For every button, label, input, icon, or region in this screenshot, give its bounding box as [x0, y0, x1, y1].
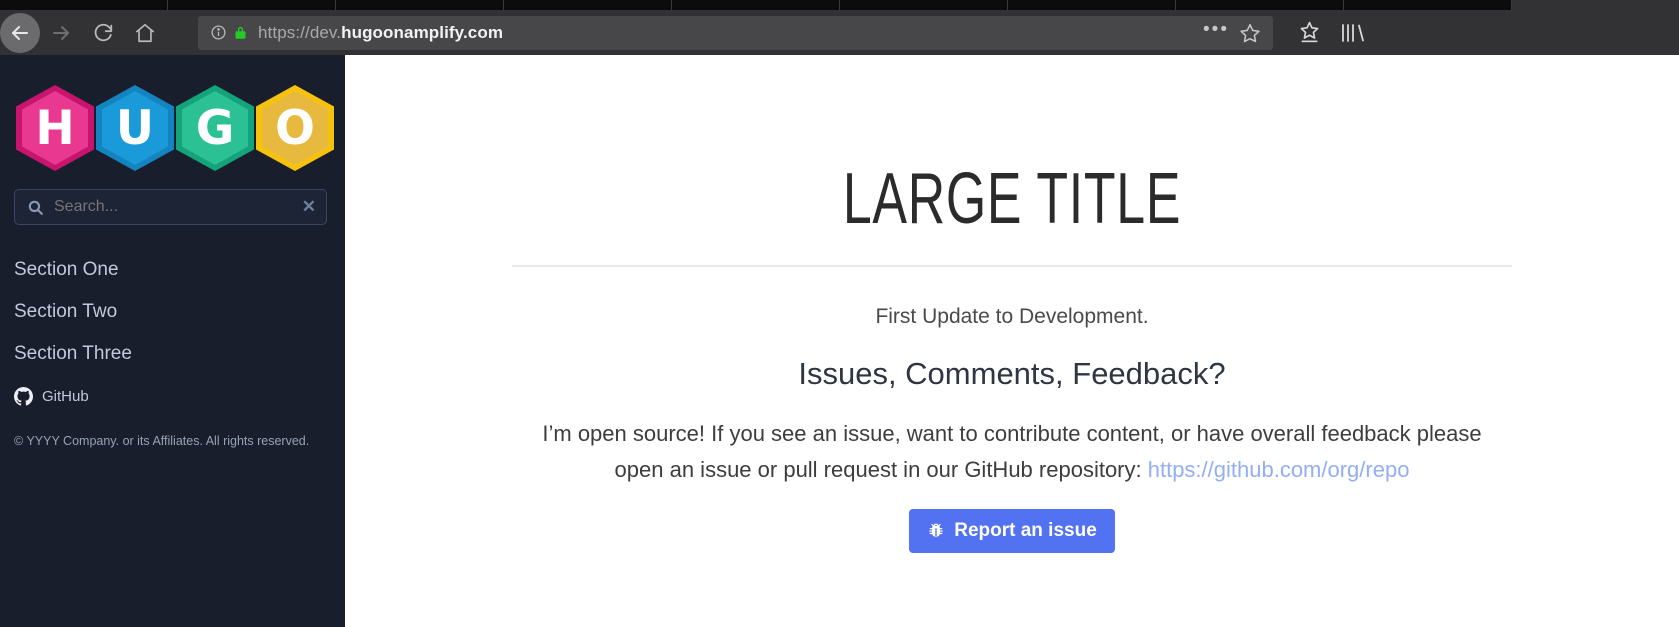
search-box[interactable]: ✕ [14, 189, 327, 225]
hugo-logo[interactable]: H U G O [0, 55, 345, 171]
browser-tab[interactable] [1176, 0, 1344, 10]
logo-letter: U [115, 100, 155, 156]
browser-tab[interactable] [0, 0, 168, 10]
logo-hex-g: G [176, 85, 254, 171]
library-icon[interactable] [1340, 20, 1366, 46]
logo-letter: G [195, 100, 235, 156]
bug-icon [927, 522, 945, 540]
toolbar-right-actions [1297, 20, 1366, 46]
browser-tab[interactable] [1512, 0, 1679, 10]
tab-strip[interactable] [0, 0, 1679, 10]
browser-toolbar: https://dev.hugoonamplify.com ••• [0, 10, 1679, 55]
github-label: GitHub [42, 388, 89, 405]
lock-icon [233, 24, 248, 41]
browser-tab[interactable] [672, 0, 840, 10]
reload-button-icon[interactable] [82, 12, 124, 54]
search-clear-icon[interactable]: ✕ [296, 197, 316, 217]
sidebar-item-section-one[interactable]: Section One [0, 249, 345, 291]
page-title: LARGE TITLE [842, 159, 1182, 239]
logo-hex-u: U [96, 85, 174, 171]
browser-tab[interactable] [1008, 0, 1176, 10]
subline-text: First Update to Development. [875, 305, 1149, 328]
page-body: H U G O ✕ [0, 55, 1679, 627]
button-row: Report an issue [345, 509, 1679, 554]
sidebar-item-section-three[interactable]: Section Three [0, 333, 345, 375]
logo-hex-o: O [256, 85, 334, 171]
home-button-icon[interactable] [124, 12, 166, 54]
sidebar-item-section-two[interactable]: Section Two [0, 291, 345, 333]
browser-tab[interactable] [168, 0, 336, 10]
logo-letter: H [35, 100, 75, 156]
search-container: ✕ [0, 171, 345, 225]
section-heading: Issues, Comments, Feedback? [798, 356, 1226, 391]
browser-tab[interactable] [336, 0, 504, 10]
search-input[interactable] [54, 198, 296, 216]
page-actions-icon[interactable]: ••• [1203, 19, 1239, 47]
browser-tab[interactable] [840, 0, 1008, 10]
forward-button-icon[interactable] [40, 12, 82, 54]
url-text[interactable]: https://dev.hugoonamplify.com [258, 23, 1203, 43]
browser-tab[interactable] [504, 0, 672, 10]
url-domain: hugoonamplify.com [341, 22, 504, 42]
page-info-icon[interactable] [210, 24, 227, 41]
report-button-label: Report an issue [954, 520, 1097, 542]
save-to-pocket-icon[interactable] [1297, 20, 1322, 45]
sidebar-copyright: © YYYY Company. or its Affiliates. All r… [14, 434, 310, 448]
repo-link[interactable]: https://github.com/org/repo [1148, 457, 1410, 482]
logo-letter: O [275, 100, 315, 156]
sidebar-item-github[interactable]: GitHub [0, 375, 345, 406]
url-bar[interactable]: https://dev.hugoonamplify.com ••• [198, 15, 1273, 50]
report-an-issue-button[interactable]: Report an issue [909, 509, 1115, 554]
browser-tab[interactable] [1344, 0, 1512, 10]
browser-chrome: https://dev.hugoonamplify.com ••• [0, 0, 1679, 55]
main-content: LARGE TITLE First Update to Development.… [345, 55, 1679, 627]
title-divider [512, 265, 1512, 267]
back-button-icon[interactable] [0, 12, 40, 53]
github-icon [14, 387, 33, 406]
url-prefix: https://dev. [258, 22, 342, 42]
sidebar: H U G O ✕ [0, 55, 345, 627]
search-icon [27, 199, 44, 216]
sidebar-nav: Section One Section Two Section Three Gi… [0, 225, 345, 406]
logo-hex-h: H [16, 85, 94, 171]
bookmark-star-icon[interactable] [1239, 22, 1263, 44]
body-paragraph: I’m open source! If you see an issue, wa… [532, 416, 1492, 487]
